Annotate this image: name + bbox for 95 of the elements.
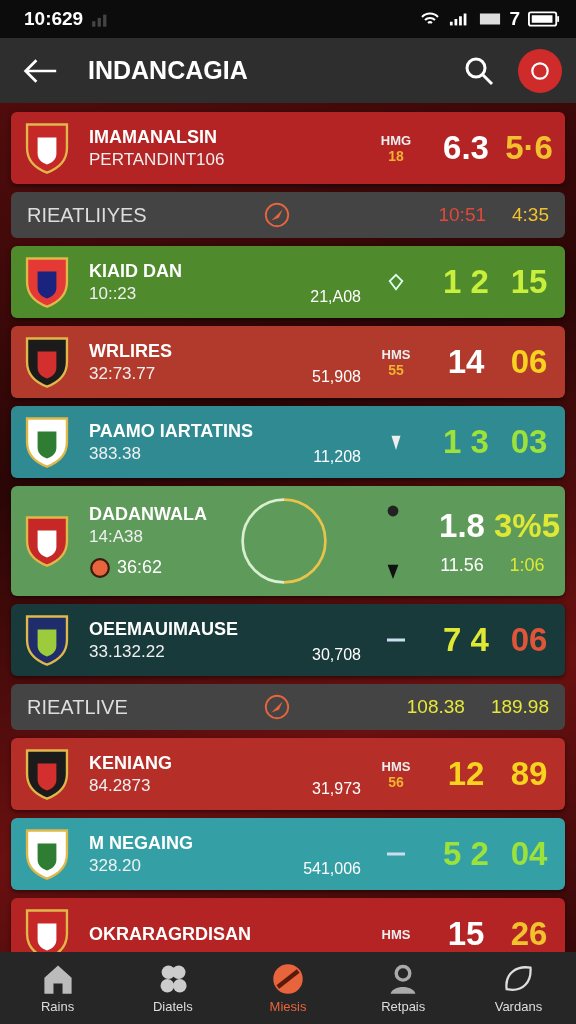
team-name: OKRARAGRDISAN [89, 923, 252, 945]
page-title: INDANCAGIA [88, 56, 248, 85]
match-card[interactable]: DADANWALA 14:A38 36:62 1.8 3%5 11.56 1:06 [11, 486, 565, 596]
section-time: 189.98 [490, 696, 549, 718]
score: 1.8 [439, 506, 485, 545]
tag-text: 55 [388, 361, 404, 378]
score: 7 4 [442, 621, 490, 659]
section-label: RIEATLIVE [27, 695, 129, 719]
team-name: KIAID DAN [89, 260, 183, 282]
nav-tab[interactable]: Diatels [115, 952, 231, 1024]
tag-text: 56 [388, 773, 404, 790]
score: 04 [509, 835, 549, 873]
diamond-icon [387, 272, 405, 292]
match-stat: 21,A08 [309, 288, 361, 307]
score-detail: 11.56 [440, 554, 484, 576]
wifi-icon [419, 11, 442, 27]
battery-level: 7 [509, 8, 520, 30]
team-name: DADANWALA [89, 503, 208, 525]
match-time: 84.2873 [89, 775, 152, 796]
score: 1 2 [442, 263, 490, 301]
score: 26 [509, 915, 549, 952]
match-time: 14:A38 [89, 526, 144, 547]
match-card[interactable]: OKRARAGRDISAN HMS 15 26 [11, 898, 565, 952]
section-time: 10:51 [438, 204, 486, 226]
back-icon[interactable] [22, 56, 58, 85]
crest-icon [23, 415, 71, 469]
screen-icon [479, 11, 502, 27]
score: 06 [509, 621, 549, 659]
score: 5 2 [442, 835, 490, 873]
match-stat: 51,908 [311, 368, 361, 387]
match-time: 32:73.77 [89, 363, 157, 384]
score: 5·6 [504, 129, 554, 167]
team-name: M NEGAING [89, 832, 194, 854]
dash-icon [387, 852, 405, 856]
status-time: 10:629 [24, 8, 84, 30]
team-name: KENIANG [89, 752, 173, 774]
match-time: PERTANDINT106 [89, 149, 226, 170]
match-time: 10::23 [89, 283, 138, 304]
match-card[interactable]: WRLIRES 32:73.77 51,908 HMS 55 14 06 [11, 326, 565, 398]
profile-avatar[interactable] [518, 48, 562, 93]
match-stat: 11,208 [312, 448, 361, 467]
compass-icon [263, 201, 291, 229]
match-card[interactable]: KIAID DAN 10::23 21,A08 1 2 15 [11, 246, 565, 318]
tag-text: HMG [380, 132, 412, 148]
battery-icon [528, 11, 560, 27]
crest-icon [23, 907, 71, 952]
score: 06 [509, 343, 549, 381]
tag-text: 18 [388, 147, 404, 164]
nav-tab[interactable]: Vardans [460, 952, 576, 1024]
crest-icon [23, 121, 71, 175]
crest-icon [23, 613, 71, 667]
team-name: IMAMANALSIN [89, 126, 218, 148]
team-name: WRLIRES [89, 340, 173, 362]
score: 15 [509, 263, 549, 301]
crest-icon [23, 255, 71, 309]
score: 6.3 [442, 129, 490, 167]
search-icon[interactable] [464, 55, 494, 86]
score: 12 [446, 755, 486, 793]
crest-icon [23, 827, 71, 881]
nav-tab[interactable]: Miesis [230, 952, 346, 1024]
score: 89 [509, 755, 549, 793]
match-card[interactable]: KENIANG 84.2873 31,973 HMS 56 12 89 [11, 738, 565, 810]
score: 3%5 [493, 506, 561, 545]
match-time: 383.38 [89, 443, 142, 464]
crest-icon [23, 335, 71, 389]
ball-icon [271, 962, 305, 996]
crest-icon [23, 514, 71, 568]
match-stat: 30,708 [311, 646, 361, 665]
nav-tab[interactable]: Rains [0, 952, 116, 1024]
crest-icon [23, 747, 71, 801]
tag-text: HMS [381, 758, 411, 774]
match-stat: 31,973 [311, 780, 361, 799]
match-time: 33.132.22 [89, 641, 166, 662]
match-card[interactable]: IMAMANALSIN PERTANDINT106 HMG 18 6.3 5·6 [11, 112, 565, 184]
match-time: 328.20 [89, 855, 142, 876]
coin-icon [89, 556, 111, 579]
section-label: RIEATLIIYES [27, 203, 148, 227]
dash-icon [387, 638, 405, 642]
tag-text: HMS [381, 346, 411, 362]
tag-text: HMS [381, 926, 411, 942]
note-value: 36:62 [117, 557, 163, 578]
section-time: 4:35 [512, 204, 549, 226]
section-time: 108.38 [406, 696, 465, 718]
match-card[interactable]: OEEMAUIMAUSE 33.132.22 30,708 7 4 06 [11, 604, 565, 676]
score: 14 [446, 343, 486, 381]
nav-tab[interactable]: Retpais [345, 952, 461, 1024]
team-name: OEEMAUIMAUSE [89, 618, 239, 640]
match-stat: 541,006 [302, 860, 361, 879]
score-detail: 1:06 [509, 554, 545, 576]
score: 15 [446, 915, 486, 952]
match-card[interactable]: PAAMO IARTATINS 383.38 11,208 1 3 03 [11, 406, 565, 478]
team-name: PAAMO IARTATINS [89, 420, 254, 442]
compass-icon [263, 693, 291, 721]
score: 1 3 [442, 423, 490, 461]
score: 03 [509, 423, 549, 461]
